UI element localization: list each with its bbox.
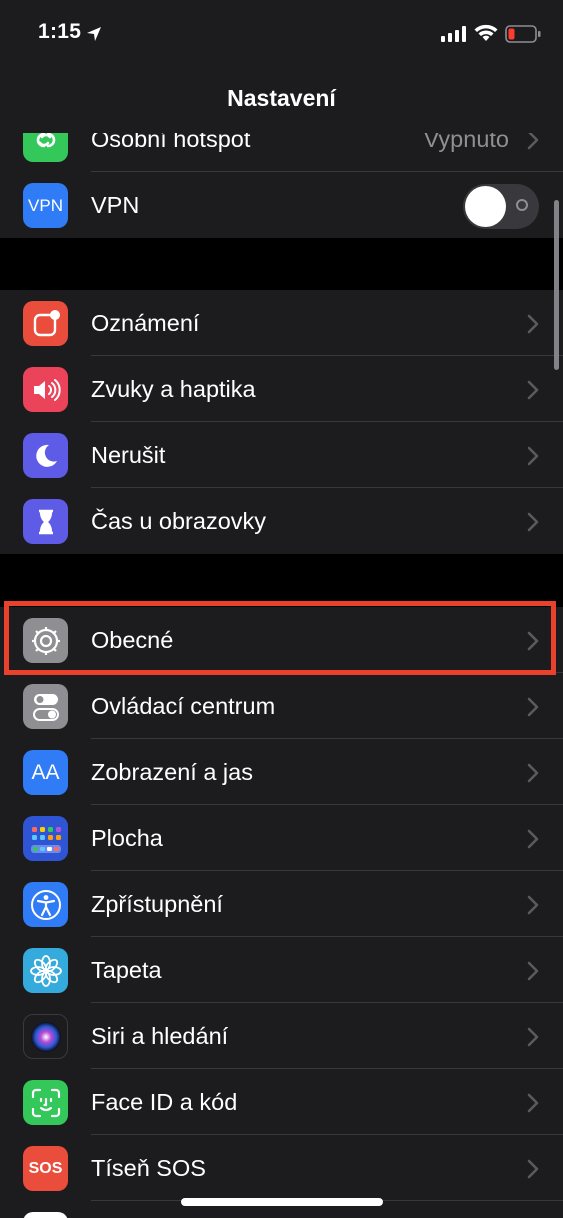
chevron-right-icon xyxy=(527,895,539,915)
row-label: Čas u obrazovky xyxy=(91,508,267,534)
row-label: Tíseň SOS xyxy=(91,1155,206,1181)
row-label: Plocha xyxy=(91,825,163,851)
section-notifications: Oznámení Zvuky a haptika Nerušit Čas u o… xyxy=(0,290,563,554)
row-emergency-sos[interactable]: SOS Tíseň SOS xyxy=(0,1135,563,1201)
sos-icon-text: SOS xyxy=(28,1159,63,1177)
wifi-icon xyxy=(474,24,498,41)
row-label: Siri a hledání xyxy=(91,1023,229,1049)
chevron-right-icon xyxy=(527,130,539,150)
location-arrow-icon xyxy=(87,27,101,41)
moon-icon xyxy=(23,433,68,478)
battery-low-icon xyxy=(505,25,541,43)
display-icon-text: AA xyxy=(31,760,60,784)
row-do-not-disturb[interactable]: Nerušit xyxy=(0,422,563,488)
display-icon: AA xyxy=(23,750,68,795)
partial-next-icon xyxy=(23,1212,68,1218)
row-label: Tapeta xyxy=(91,957,162,983)
accessibility-icon xyxy=(23,882,68,927)
row-home-screen[interactable]: Plocha xyxy=(0,805,563,871)
row-face-id[interactable]: Face ID a kód xyxy=(0,1069,563,1135)
faceid-icon xyxy=(23,1080,68,1125)
chevron-right-icon xyxy=(527,1159,539,1179)
home-indicator[interactable] xyxy=(181,1198,383,1206)
chevron-right-icon xyxy=(527,1093,539,1113)
scrollbar[interactable] xyxy=(554,200,559,370)
highlight-box xyxy=(4,601,556,675)
chevron-right-icon xyxy=(527,1027,539,1047)
row-sounds[interactable]: Zvuky a haptika xyxy=(0,356,563,422)
chevron-right-icon xyxy=(527,763,539,783)
row-label: Nerušit xyxy=(91,442,166,468)
row-accessibility[interactable]: Zpřístupnění xyxy=(0,871,563,937)
row-control-center[interactable]: Ovládací centrum xyxy=(0,673,563,739)
chevron-right-icon xyxy=(527,446,539,466)
hourglass-icon xyxy=(23,499,68,544)
chevron-right-icon xyxy=(527,314,539,334)
vpn-icon-text: VPN xyxy=(28,195,63,215)
sos-icon: SOS xyxy=(23,1146,68,1191)
row-label: Zobrazení a jas xyxy=(91,759,253,785)
row-wallpaper[interactable]: Tapeta xyxy=(0,937,563,1003)
flower-icon xyxy=(23,948,68,993)
chevron-right-icon xyxy=(527,512,539,532)
row-label: Ovládací centrum xyxy=(91,693,276,719)
row-siri[interactable]: Siri a hledání xyxy=(0,1003,563,1069)
section-general: Obecné Ovládací centrum AA Zobrazení a j… xyxy=(0,607,563,1218)
vpn-icon: VPN xyxy=(23,183,68,228)
row-label: Face ID a kód xyxy=(91,1089,238,1115)
chevron-right-icon xyxy=(527,961,539,981)
row-label: Oznámení xyxy=(91,310,200,336)
speaker-icon xyxy=(23,367,68,412)
row-screen-time[interactable]: Čas u obrazovky xyxy=(0,488,563,554)
chevron-right-icon xyxy=(527,829,539,849)
row-display[interactable]: AA Zobrazení a jas xyxy=(0,739,563,805)
cellular-signal-icon xyxy=(441,26,466,42)
toggle-off-indicator xyxy=(516,199,528,211)
siri-icon xyxy=(23,1014,68,1059)
row-label: Zvuky a haptika xyxy=(91,376,256,402)
chevron-right-icon xyxy=(527,697,539,717)
notifications-icon xyxy=(23,301,68,346)
chevron-right-icon xyxy=(527,380,539,400)
status-time: 1:15 xyxy=(38,20,82,43)
switches-icon xyxy=(23,684,68,729)
top-bar: 1:15 Nastavení xyxy=(0,0,563,133)
settings-screen: 1:15 Nastavení Osobní hotspot Vypnuto VP… xyxy=(0,0,563,1218)
row-label: Zpřístupnění xyxy=(91,891,223,917)
page-title: Nastavení xyxy=(227,85,336,111)
row-notifications[interactable]: Oznámení xyxy=(0,290,563,356)
row-vpn[interactable]: VPN VPN xyxy=(0,172,563,238)
toggle-knob xyxy=(465,186,506,227)
row-label: VPN xyxy=(91,192,140,218)
home-screen-icon xyxy=(23,816,68,861)
vpn-toggle[interactable] xyxy=(463,184,539,229)
